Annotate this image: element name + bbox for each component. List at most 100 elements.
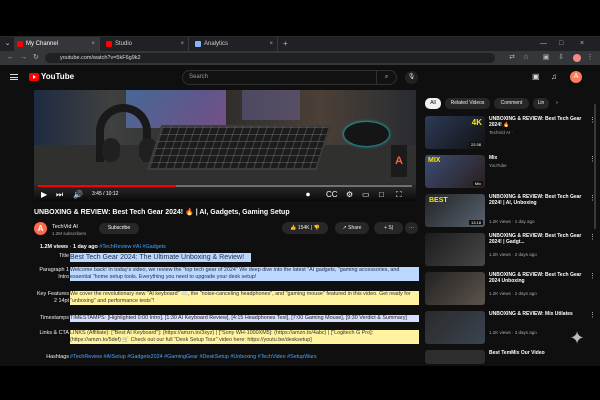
tab-my-channel[interactable]: My Channel × <box>14 37 100 51</box>
save-button[interactable]: + Sḽ <box>374 222 403 234</box>
youtube-logo-icon[interactable] <box>29 73 39 81</box>
search-placeholder: Search <box>189 74 209 80</box>
recommendation-thumbnail[interactable]: BEST 13:18 <box>425 194 485 227</box>
recommendation-title[interactable]: UNBOXING & REVIEW: Best Tech Gear 2024! … <box>489 194 592 206</box>
recommendation-title[interactable]: UNBOXING & REVIEW: Mix Utilates <box>489 311 592 317</box>
recommendation-item[interactable]: UNBOXING & REVIEW: Best Tech Gear 2024! … <box>425 233 597 266</box>
description-hashtags-text[interactable]: #TechReview #AISetup #Gadgets2024 #Gamin… <box>70 354 419 361</box>
video-progress-bar[interactable] <box>38 185 412 187</box>
video-duration: Mix <box>472 181 483 186</box>
video-duration: 13:18 <box>468 220 483 225</box>
recommendation-item[interactable]: UNBOXING & REVIEW: Best Tech Gear 2024 U… <box>425 272 597 305</box>
recommendation-thumbnail[interactable] <box>425 272 485 305</box>
recommendation-item[interactable]: MIX Mix Mix YouTube ⋮ <box>425 155 597 188</box>
youtube-brand[interactable]: YouTube <box>41 72 74 81</box>
recommendation-item[interactable]: Best TemMix Our Video <box>425 350 597 364</box>
channel-name[interactable]: TechVid AI <box>52 224 78 230</box>
tab-studio[interactable]: Studio × <box>103 37 189 51</box>
profile-avatar[interactable]: A <box>570 71 582 83</box>
time-display: 3:45 / 10:12 <box>92 191 119 197</box>
thumb-up-icon: 👍 <box>290 225 298 231</box>
close-tab-icon[interactable]: × <box>180 37 184 51</box>
chip-links[interactable]: Lin <box>533 98 549 109</box>
more-options-icon[interactable]: ⋮ <box>589 311 596 319</box>
recommendation-thumbnail[interactable] <box>425 311 485 344</box>
miniplayer-icon[interactable]: ▭ <box>362 191 370 199</box>
sidebar-scrollbar[interactable] <box>594 104 596 229</box>
sparkle-icon: ✦ <box>569 328 585 348</box>
more-actions-button[interactable]: ··· <box>405 222 418 234</box>
downloads-icon[interactable]: ⇩ <box>557 54 565 62</box>
more-options-icon[interactable]: ⋮ <box>589 272 596 280</box>
chip-next-icon[interactable]: › <box>553 98 561 109</box>
theater-mode-icon[interactable]: □ <box>379 191 384 199</box>
recommendation-title[interactable]: UNBOXING & REVIEW: Best Tech Gear 2024! … <box>489 116 592 128</box>
chip-all[interactable]: All <box>425 98 441 109</box>
new-tab-button[interactable]: + <box>283 37 288 51</box>
recommendation-item[interactable]: BEST 13:18 UNBOXING & REVIEW: Best Tech G… <box>425 194 597 227</box>
close-tab-icon[interactable]: × <box>269 37 273 51</box>
browser-tab-strip: ⌄ My Channel × Studio × Analytics × + — □ × <box>0 37 600 51</box>
description-links-text[interactable]: LINKS (Affiliate): ["Best AI Keyboard"]:… <box>70 330 419 344</box>
forward-icon[interactable]: → <box>20 54 27 62</box>
translate-icon[interactable]: ⇄ <box>508 54 516 62</box>
captions-icon[interactable]: CC <box>326 191 338 199</box>
description-timestamps-text[interactable]: TIMESTAMPS: [Highlighted 0:00 Intro], [1… <box>70 315 419 322</box>
settings-gear-icon[interactable]: ⚙ <box>346 191 353 199</box>
recommendation-title[interactable]: Mix <box>489 155 592 161</box>
recommendation-thumbnail[interactable] <box>425 350 485 364</box>
search-input[interactable]: Search ⌕ <box>182 70 397 85</box>
analytics-favicon-icon <box>195 41 201 47</box>
bookmark-icon[interactable]: ☆ <box>522 54 530 62</box>
tab-menu-icon[interactable]: ⌄ <box>3 40 12 48</box>
description-title-text: Best Tech Gear 2024: The Ultimate Unboxi… <box>70 253 251 262</box>
black-top-bar <box>0 0 600 36</box>
volume-icon[interactable]: 🔊 <box>73 191 83 199</box>
minimize-icon[interactable]: — <box>540 37 547 51</box>
tab-analytics[interactable]: Analytics × <box>192 37 278 51</box>
more-options-icon[interactable]: ⋮ <box>589 233 596 241</box>
video-duration: 22:38 <box>468 142 483 147</box>
video-title: UNBOXING & REVIEW: Best Tech Gear 2024! … <box>34 209 290 216</box>
close-window-icon[interactable]: × <box>580 37 584 51</box>
notifications-bell-icon[interactable]: ♫ <box>551 73 557 81</box>
youtube-header: YouTube Search ⌕ 🎙 ▣ ♫ A <box>0 65 600 91</box>
browser-menu-icon[interactable]: ⋮ <box>586 54 594 62</box>
channel-avatar[interactable]: A <box>34 222 47 235</box>
recommendation-title[interactable]: Best TemMix Our Video <box>489 350 592 356</box>
chip-related-videos[interactable]: Related Videos <box>445 98 490 109</box>
hamburger-menu-icon[interactable] <box>10 74 18 80</box>
share-button[interactable]: ↗ Share <box>335 222 369 234</box>
thumbnail-badge: BEST <box>429 197 448 204</box>
chip-comment[interactable]: Comment <box>494 98 529 109</box>
recommendation-thumbnail[interactable]: 4K 22:38 <box>425 116 485 149</box>
recommendation-filter-chips: All Related Videos Comment Lin › <box>423 98 598 110</box>
recommendation-title[interactable]: UNBOXING & REVIEW: Best Tech Gear 2024! … <box>489 233 592 245</box>
browser-profile-avatar[interactable] <box>573 54 581 62</box>
ambient-wall-panel <box>242 90 300 120</box>
recommendation-item[interactable]: 4K 22:38 UNBOXING & REVIEW: Best Tech Gea… <box>425 116 597 149</box>
reload-icon[interactable]: ↻ <box>33 54 39 62</box>
microphone-icon[interactable]: 🎙 <box>405 71 418 84</box>
next-icon[interactable]: ⏭ <box>56 191 63 199</box>
create-video-icon[interactable]: ▣ <box>532 73 540 81</box>
recommendation-thumbnail[interactable] <box>425 233 485 266</box>
search-icon[interactable]: ⌕ <box>376 71 396 84</box>
autoplay-toggle-icon[interactable]: ⏺ <box>306 191 310 199</box>
extensions-icon[interactable]: ▣ <box>542 54 550 62</box>
keyboard-image <box>146 125 332 170</box>
recommendation-title[interactable]: UNBOXING & REVIEW: Best Tech Gear 2024 U… <box>489 272 592 284</box>
maximize-icon[interactable]: □ <box>559 37 563 51</box>
recommendation-meta: TechVid AI · <box>489 130 513 135</box>
gaming-mouse-image <box>344 122 389 146</box>
like-button[interactable]: 👍 154K | 👎 <box>282 222 328 234</box>
subscribe-button[interactable]: Subscribe <box>99 223 139 234</box>
close-tab-icon[interactable]: × <box>91 37 95 51</box>
play-icon[interactable]: ▶ <box>41 191 47 199</box>
recommendation-meta: 1.2K views · 1 day ago <box>489 219 535 224</box>
back-icon[interactable]: ← <box>7 54 14 62</box>
fullscreen-icon[interactable]: ⛶ <box>396 191 402 199</box>
description-intro-text: Welcome back! In today's video, we revie… <box>70 267 419 281</box>
address-bar[interactable]: youtube.com/watch?v=5kF6g9k2 <box>45 53 495 63</box>
recommendation-thumbnail[interactable]: MIX Mix <box>425 155 485 188</box>
